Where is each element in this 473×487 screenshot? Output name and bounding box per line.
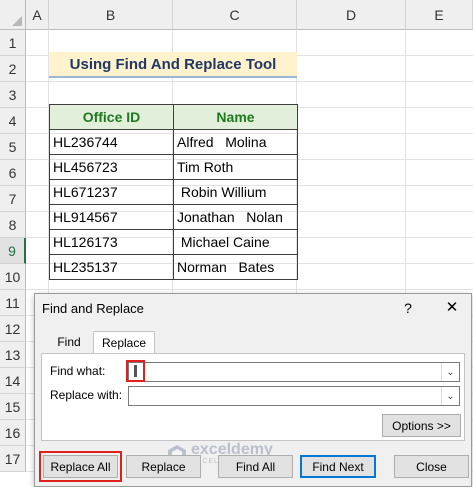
office-id-cell[interactable]: HL236744 (49, 129, 174, 155)
row-header-2[interactable]: 2 (0, 56, 26, 82)
column-header-c[interactable]: C (173, 0, 297, 30)
row-header-7[interactable]: 7 (0, 186, 26, 212)
row-header-10[interactable]: 10 (0, 264, 26, 290)
office-id-cell[interactable]: HL235137 (49, 254, 174, 280)
table-row: HL456723 Tim Roth (49, 154, 298, 180)
dialog-title: Find and Replace (42, 301, 144, 316)
tab-replace-label: Replace (101, 336, 147, 350)
row-header-1[interactable]: 1 (0, 30, 26, 56)
column-header-e[interactable]: E (406, 0, 473, 30)
name-cell[interactable]: Norman Bates (173, 254, 298, 280)
replace-all-button[interactable]: Replace All (39, 451, 122, 482)
office-id-cell[interactable]: HL914567 (49, 204, 174, 230)
find-replace-dialog: Find and Replace ? ✕ Find Replace Find w… (34, 293, 472, 487)
row-header-17[interactable]: 17 (0, 446, 26, 472)
row-header-12[interactable]: 12 (0, 316, 26, 342)
table-row: HL126173 Michael Caine (49, 229, 298, 255)
replace-with-input[interactable]: ⌄ (128, 386, 460, 406)
text-cursor-highlight (126, 360, 145, 382)
tab-find-label: Find (57, 335, 81, 349)
row-header-15[interactable]: 15 (0, 394, 26, 420)
replace-with-label: Replace with: (50, 388, 123, 402)
replace-button[interactable]: Replace (126, 455, 201, 478)
data-table: Office ID Name HL236744 Alfred Molina HL4… (49, 104, 298, 280)
row-header-8[interactable]: 8 (0, 212, 26, 238)
tab-replace[interactable]: Replace (93, 331, 155, 354)
header-office-id: Office ID (49, 104, 174, 130)
row-header-9[interactable]: 9 (0, 238, 26, 264)
table-row: HL914567 Jonathan Nolan (49, 204, 298, 230)
find-all-button[interactable]: Find All (218, 455, 293, 478)
row-header-14[interactable]: 14 (0, 368, 26, 394)
row-header-3[interactable]: 3 (0, 82, 26, 108)
column-header-b[interactable]: B (49, 0, 173, 30)
table-row: HL236744 Alfred Molina (49, 129, 298, 155)
help-button[interactable]: ? (399, 298, 417, 318)
row-header-4[interactable]: 4 (0, 108, 26, 134)
sheet-title: Using Find And Replace Tool (49, 52, 297, 78)
name-cell[interactable]: Jonathan Nolan (173, 204, 298, 230)
find-what-input[interactable]: ⌄ (126, 360, 460, 382)
name-cell[interactable]: Tim Roth (173, 154, 298, 180)
close-icon[interactable]: ✕ (442, 298, 462, 318)
chevron-down-icon[interactable]: ⌄ (441, 387, 459, 405)
row-header-16[interactable]: 16 (0, 420, 26, 446)
row-header-6[interactable]: 6 (0, 160, 26, 186)
find-what-label: Find what: (50, 364, 106, 378)
row-header-5[interactable]: 5 (0, 134, 26, 160)
column-header-d[interactable]: D (297, 0, 406, 30)
table-row: HL671237 Robin Willium (49, 179, 298, 205)
name-cell[interactable]: Michael Caine (173, 229, 298, 255)
header-name: Name (173, 104, 298, 130)
replace-tab-panel: Find what: ⌄ Replace with: ⌄ Options >> (41, 353, 465, 441)
name-cell[interactable]: Alfred Molina (173, 129, 298, 155)
column-header-a[interactable]: A (26, 0, 49, 30)
select-all-corner[interactable] (0, 0, 26, 30)
chevron-down-icon[interactable]: ⌄ (441, 363, 459, 381)
office-id-cell[interactable]: HL671237 (49, 179, 174, 205)
office-id-cell[interactable]: HL456723 (49, 154, 174, 180)
office-id-cell[interactable]: HL126173 (49, 229, 174, 255)
table-row: HL235137 Norman Bates (49, 254, 298, 280)
tab-find[interactable]: Find (45, 331, 93, 353)
close-button[interactable]: Close (394, 455, 469, 478)
name-cell[interactable]: Robin Willium (173, 179, 298, 205)
text-cursor-icon (134, 365, 137, 377)
row-header-13[interactable]: 13 (0, 342, 26, 368)
row-header-11[interactable]: 11 (0, 290, 26, 316)
find-next-button[interactable]: Find Next (300, 455, 376, 478)
options-button[interactable]: Options >> (382, 414, 461, 437)
